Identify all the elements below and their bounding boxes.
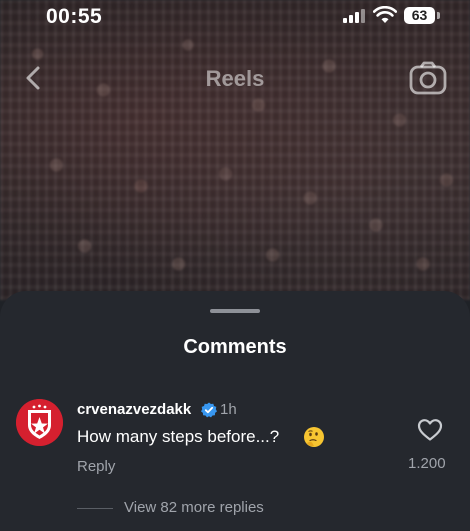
replies-divider bbox=[77, 508, 113, 509]
like-count: 1.200 bbox=[408, 455, 446, 472]
battery-icon: 63 bbox=[404, 7, 435, 24]
thinking-emoji-icon bbox=[304, 427, 324, 447]
sheet-drag-handle[interactable] bbox=[210, 309, 260, 313]
wifi-icon bbox=[373, 6, 397, 23]
sheet-title: Comments bbox=[183, 336, 287, 358]
status-time: 00:55 bbox=[46, 5, 103, 28]
reply-button[interactable]: Reply bbox=[77, 458, 115, 475]
reels-header: Reels bbox=[0, 55, 470, 101]
signal-icon bbox=[343, 9, 367, 23]
battery-tip bbox=[437, 12, 440, 19]
avatar[interactable] bbox=[16, 399, 63, 446]
camera-icon[interactable] bbox=[409, 61, 447, 95]
view-more-replies-button[interactable]: View 82 more replies bbox=[124, 499, 264, 516]
comments-sheet: Comments crvenazvezdakk 1h How many step… bbox=[0, 291, 470, 531]
heart-icon[interactable] bbox=[417, 418, 443, 442]
page-title: Reels bbox=[205, 66, 265, 91]
comment-time: 1h bbox=[220, 401, 237, 418]
club-crest-icon bbox=[16, 399, 63, 446]
comment-username[interactable]: crvenazvezdakk bbox=[77, 401, 191, 418]
status-bar: 00:55 63 bbox=[0, 0, 470, 34]
verified-badge-icon bbox=[201, 402, 217, 418]
comment-text: How many steps before...? bbox=[77, 427, 280, 446]
reel-video-background bbox=[0, 0, 470, 300]
